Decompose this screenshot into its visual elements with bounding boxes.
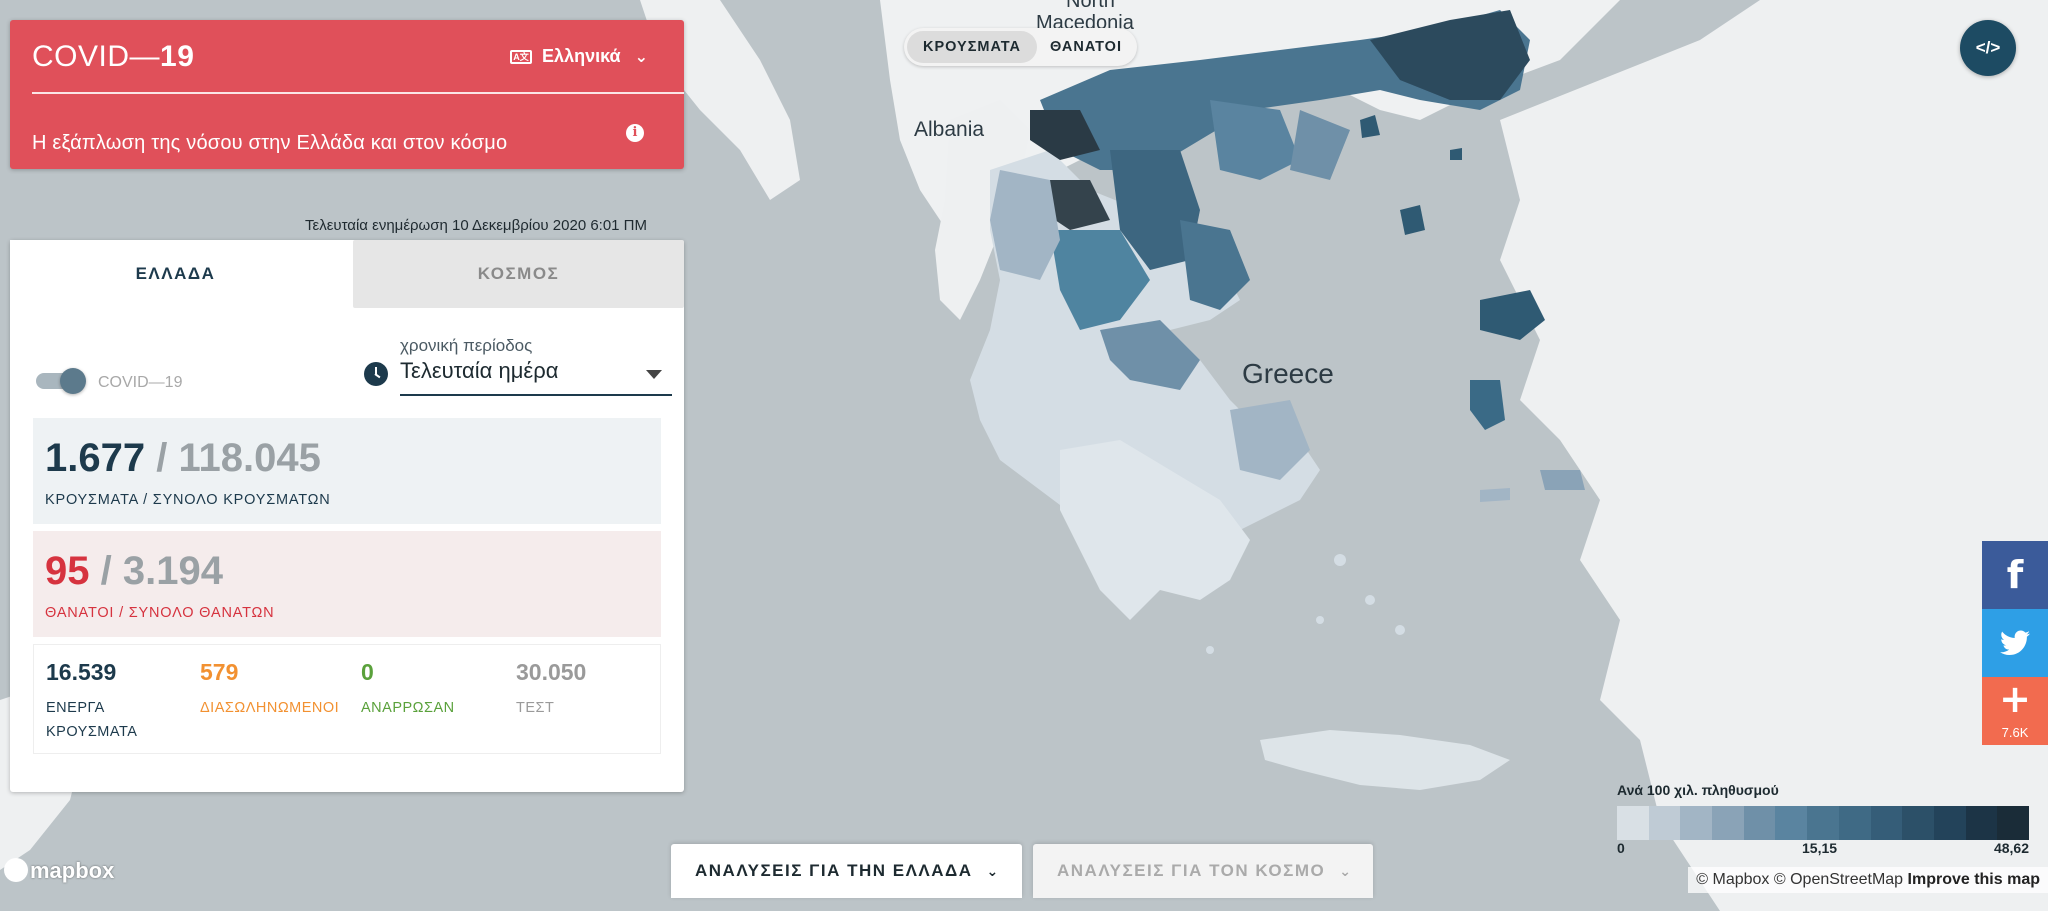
cases-summary: 1.677 / 118.045 ΚΡΟΥΣΜΑΤΑ / ΣΥΝΟΛΟ ΚΡΟΥΣ…: [33, 418, 661, 524]
facebook-icon: f: [2006, 553, 2024, 597]
cases-figures: 1.677 / 118.045: [45, 436, 321, 481]
chevron-down-icon: ⌄: [1339, 862, 1353, 879]
clock-icon: [364, 362, 388, 386]
deaths-total: 3.194: [122, 549, 223, 593]
stat-icu-label: ΔΙΑΣΩΛΗΝΩΜΕΝΟΙ: [200, 700, 340, 716]
metric-switch: ΚΡΟΥΣΜΑΤΑ ΘΑΝΑΤΟΙ: [904, 28, 1137, 66]
map-legend: Ανά 100 χιλ. πληθυσμού 0 15,15 48,62: [1617, 782, 2029, 856]
tab-world[interactable]: ΚΟΣΜΟΣ: [353, 240, 684, 308]
mapbox-logo[interactable]: mapbox: [4, 858, 114, 884]
map-label-greece: Greece: [1242, 358, 1334, 389]
plus-icon: +: [1999, 677, 2031, 721]
map-attribution: © Mapbox © OpenStreetMap Improve this ma…: [1688, 867, 2048, 893]
map-label-albania: Albania: [914, 118, 985, 141]
legend-swatch: [1838, 806, 1871, 840]
legend-mid: 15,15: [1802, 840, 1838, 856]
stat-tests-label: ΤΕΣΤ: [516, 700, 555, 716]
share-more-button[interactable]: + 7.6K: [1982, 677, 2048, 745]
attribution-osm-link[interactable]: © OpenStreetMap: [1774, 871, 1903, 888]
cases-separator: /: [145, 436, 179, 480]
stat-recovered-value: 0: [361, 659, 374, 685]
period-value: Τελευταία ημέρα: [400, 358, 559, 383]
caret-down-icon: [646, 370, 662, 379]
stat-icu: 579 ΔΙΑΣΩΛΗΝΩΜΕΝΟΙ: [200, 659, 339, 720]
legend-min: 0: [1617, 840, 1625, 856]
info-icon[interactable]: i: [626, 124, 644, 142]
legend-swatch: [1648, 806, 1681, 840]
header-divider: [32, 92, 684, 94]
attribution-mapbox-link[interactable]: © Mapbox: [1696, 871, 1769, 888]
stat-tests-value: 30.050: [516, 659, 587, 685]
period-select[interactable]: Τελευταία ημέρα: [400, 358, 672, 396]
covid-toggle[interactable]: [36, 368, 86, 394]
translate-icon: A文: [510, 49, 533, 64]
legend-swatch: [1743, 806, 1776, 840]
legend-swatch: [1870, 806, 1903, 840]
secondary-stats: 16.539 ΕΝΕΡΓΑ ΚΡΟΥΣΜΑΤΑ 579 ΔΙΑΣΩΛΗΝΩΜΕΝ…: [33, 644, 661, 754]
share-count: 7.6K: [2001, 725, 2029, 740]
header-subtitle: Η εξάπλωση της νόσου στην Ελλάδα και στο…: [32, 132, 508, 154]
metric-deaths-button[interactable]: ΘΑΝΑΤΟΙ: [1038, 31, 1134, 63]
toggle-knob: [60, 368, 86, 394]
legend-swatch: [1965, 806, 1998, 840]
stats-panel: ΕΛΛΑΔΑ ΚΟΣΜΟΣ COVID—19 χρονική περίοδος …: [10, 240, 684, 792]
legend-swatch: [1617, 806, 1649, 840]
last-updated: Τελευταία ενημέρωση 10 Δεκεμβρίου 2020 6…: [305, 217, 648, 234]
legend-swatch: [1933, 806, 1966, 840]
cases-today: 1.677: [45, 436, 146, 480]
deaths-figures: 95 / 3.194: [45, 549, 223, 594]
region-tabs: ΕΛΛΑΔΑ ΚΟΣΜΟΣ: [10, 240, 684, 308]
legend-color-scale: [1617, 806, 2029, 840]
language-selector[interactable]: A文 Ελληνικά ⌄: [510, 46, 648, 67]
analysis-world-button[interactable]: ΑΝΑΛΥΣΕΙΣ ΓΙΑ ΤΟΝ ΚΟΣΜΟ ⌄: [1033, 844, 1373, 898]
chevron-down-icon: ⌄: [986, 862, 1000, 879]
analysis-world-label: ΑΝΑΛΥΣΕΙΣ ΓΙΑ ΤΟΝ ΚΟΣΜΟ: [1057, 861, 1326, 880]
cases-caption: ΚΡΟΥΣΜΑΤΑ / ΣΥΝΟΛΟ ΚΡΟΥΣΜΑΤΩΝ: [45, 492, 331, 508]
deaths-caption: ΘΑΝΑΤΟΙ / ΣΥΝΟΛΟ ΘΑΝΑΤΩΝ: [45, 605, 275, 621]
brand-bold: 19: [160, 40, 195, 73]
chevron-down-icon: ⌄: [634, 48, 648, 66]
analysis-greece-button[interactable]: ΑΝΑΛΥΣΕΙΣ ΓΙΑ ΤΗΝ ΕΛΛΑΔΑ ⌄: [671, 844, 1022, 898]
deaths-today: 95: [45, 549, 90, 593]
brand-light: COVID—: [32, 40, 161, 73]
mapbox-logo-text: mapbox: [30, 858, 115, 883]
deaths-separator: /: [89, 549, 123, 593]
brand-title: COVID—19: [32, 40, 194, 74]
legend-swatch: [1902, 806, 1934, 840]
legend-swatch: [1775, 806, 1808, 840]
stat-tests: 30.050 ΤΕΣΤ: [516, 659, 586, 720]
twitter-icon: [1982, 609, 2048, 677]
mapbox-logo-mark: [4, 858, 28, 882]
stat-active-label: ΕΝΕΡΓΑ ΚΡΟΥΣΜΑΤΑ: [46, 700, 138, 740]
stat-icu-value: 579: [200, 659, 239, 685]
legend-swatch: [1680, 806, 1713, 840]
stat-recovered: 0 ΑΝΑΡΡΩΣΑΝ: [361, 659, 455, 720]
legend-swatch: [1807, 806, 1839, 840]
legend-max: 48,62: [1993, 840, 2029, 856]
legend-swatch: [1712, 806, 1744, 840]
toggle-label: COVID—19: [98, 374, 183, 391]
tab-greece[interactable]: ΕΛΛΑΔΑ: [10, 240, 341, 308]
embed-code-button[interactable]: </>: [1960, 20, 2016, 76]
analysis-greece-label: ΑΝΑΛΥΣΕΙΣ ΓΙΑ ΤΗΝ ΕΛΛΑΔΑ: [695, 861, 973, 880]
legend-title: Ανά 100 χιλ. πληθυσμού: [1617, 782, 1779, 798]
improve-map-link[interactable]: Improve this map: [1908, 871, 2040, 888]
legend-swatch: [1997, 806, 2029, 840]
metric-cases-button[interactable]: ΚΡΟΥΣΜΑΤΑ: [907, 31, 1037, 63]
stat-recovered-label: ΑΝΑΡΡΩΣΑΝ: [361, 700, 455, 716]
stat-active-value: 16.539: [46, 659, 117, 685]
cases-total: 118.045: [178, 436, 321, 480]
deaths-summary: 95 / 3.194 ΘΑΝΑΤΟΙ / ΣΥΝΟΛΟ ΘΑΝΑΤΩΝ: [33, 531, 661, 637]
stat-active: 16.539 ΕΝΕΡΓΑ ΚΡΟΥΣΜΑΤΑ: [46, 659, 166, 744]
share-facebook-button[interactable]: f: [1982, 541, 2048, 609]
period-label: χρονική περίοδος: [400, 336, 533, 355]
share-twitter-button[interactable]: [1982, 609, 2048, 677]
language-label: Ελληνικά: [542, 46, 621, 66]
app-header: COVID—19 A文 Ελληνικά ⌄ Η εξάπλωση της νό…: [10, 20, 684, 169]
